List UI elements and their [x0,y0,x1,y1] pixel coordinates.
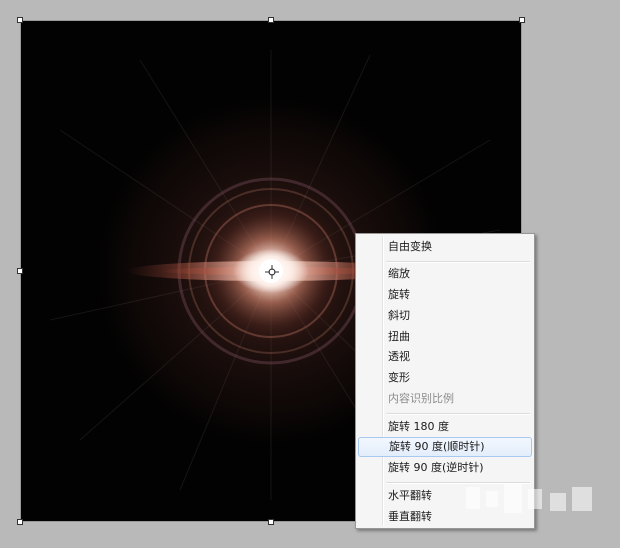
menu-item-free-transform[interactable]: 自由变换 [358,237,532,257]
menu-item-rotate[interactable]: 旋转 [358,285,532,305]
menu-separator [386,261,530,263]
menu-separator [386,413,530,415]
menu-item-rotate-180[interactable]: 旋转 180 度 [358,417,532,437]
transform-handle-middle-left[interactable] [17,268,23,274]
transform-handle-top-right[interactable] [519,17,525,23]
menu-item-distort[interactable]: 扭曲 [358,327,532,347]
photoshop-workspace: 自由变换 缩放 旋转 斜切 扭曲 透视 变形 内容识别比例 旋转 180 度 旋… [0,0,620,548]
menu-item-warp[interactable]: 变形 [358,368,532,388]
transform-handle-bottom-center[interactable] [268,519,274,525]
menu-item-rotate-90-cw[interactable]: 旋转 90 度(顺时针) [358,437,532,457]
menu-item-scale[interactable]: 缩放 [358,264,532,284]
transform-handle-top-center[interactable] [268,17,274,23]
menu-item-perspective[interactable]: 透视 [358,347,532,367]
menu-item-content-aware-scale: 内容识别比例 [388,392,454,405]
transform-handle-bottom-left[interactable] [17,519,23,525]
menu-item-rotate-90-ccw[interactable]: 旋转 90 度(逆时针) [358,458,532,478]
crosshair-icon[interactable] [265,265,279,279]
transform-handle-top-left[interactable] [17,17,23,23]
watermark-graphic [466,483,592,513]
menu-item-skew[interactable]: 斜切 [358,306,532,326]
